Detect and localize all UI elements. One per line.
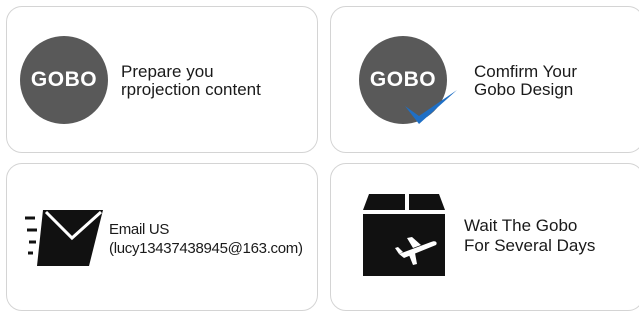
gobo-logo-icon: GOBO <box>20 36 108 124</box>
gobo-logo-text: GOBO <box>30 68 98 91</box>
step-label-line1: Prepare you <box>121 62 214 81</box>
step-label-line2: For Several Days <box>464 236 596 255</box>
step-label: Wait The Gobo For Several Days <box>464 216 595 256</box>
step-card-wait-delivery: Wait The Gobo For Several Days <box>330 163 639 311</box>
step-card-confirm-design: GOBO Comfirm Your Gobo Design <box>330 6 639 153</box>
step-label-line2: Gobo Design <box>474 80 574 99</box>
envelope-icon <box>25 210 103 266</box>
step-label: Email US (lucy13437438945@163.com) <box>109 220 303 258</box>
step-label-line1: Wait The Gobo <box>464 216 578 235</box>
step-label: Prepare you rprojection content <box>121 63 261 99</box>
step-label-line2: (lucy13437438945@163.com) <box>109 240 303 257</box>
step-label: Comfirm Your Gobo Design <box>474 63 577 99</box>
step-card-email-us: Email US (lucy13437438945@163.com) <box>6 163 318 311</box>
step-label-line1: Email US <box>109 221 170 238</box>
step-label-line1: Comfirm Your <box>474 62 577 81</box>
step-card-prepare-content: GOBO Prepare you rprojection content <box>6 6 318 153</box>
air-shipping-box-icon <box>363 194 445 276</box>
checkmark-icon <box>405 90 457 124</box>
step-label-line2: rprojection content <box>121 80 261 99</box>
